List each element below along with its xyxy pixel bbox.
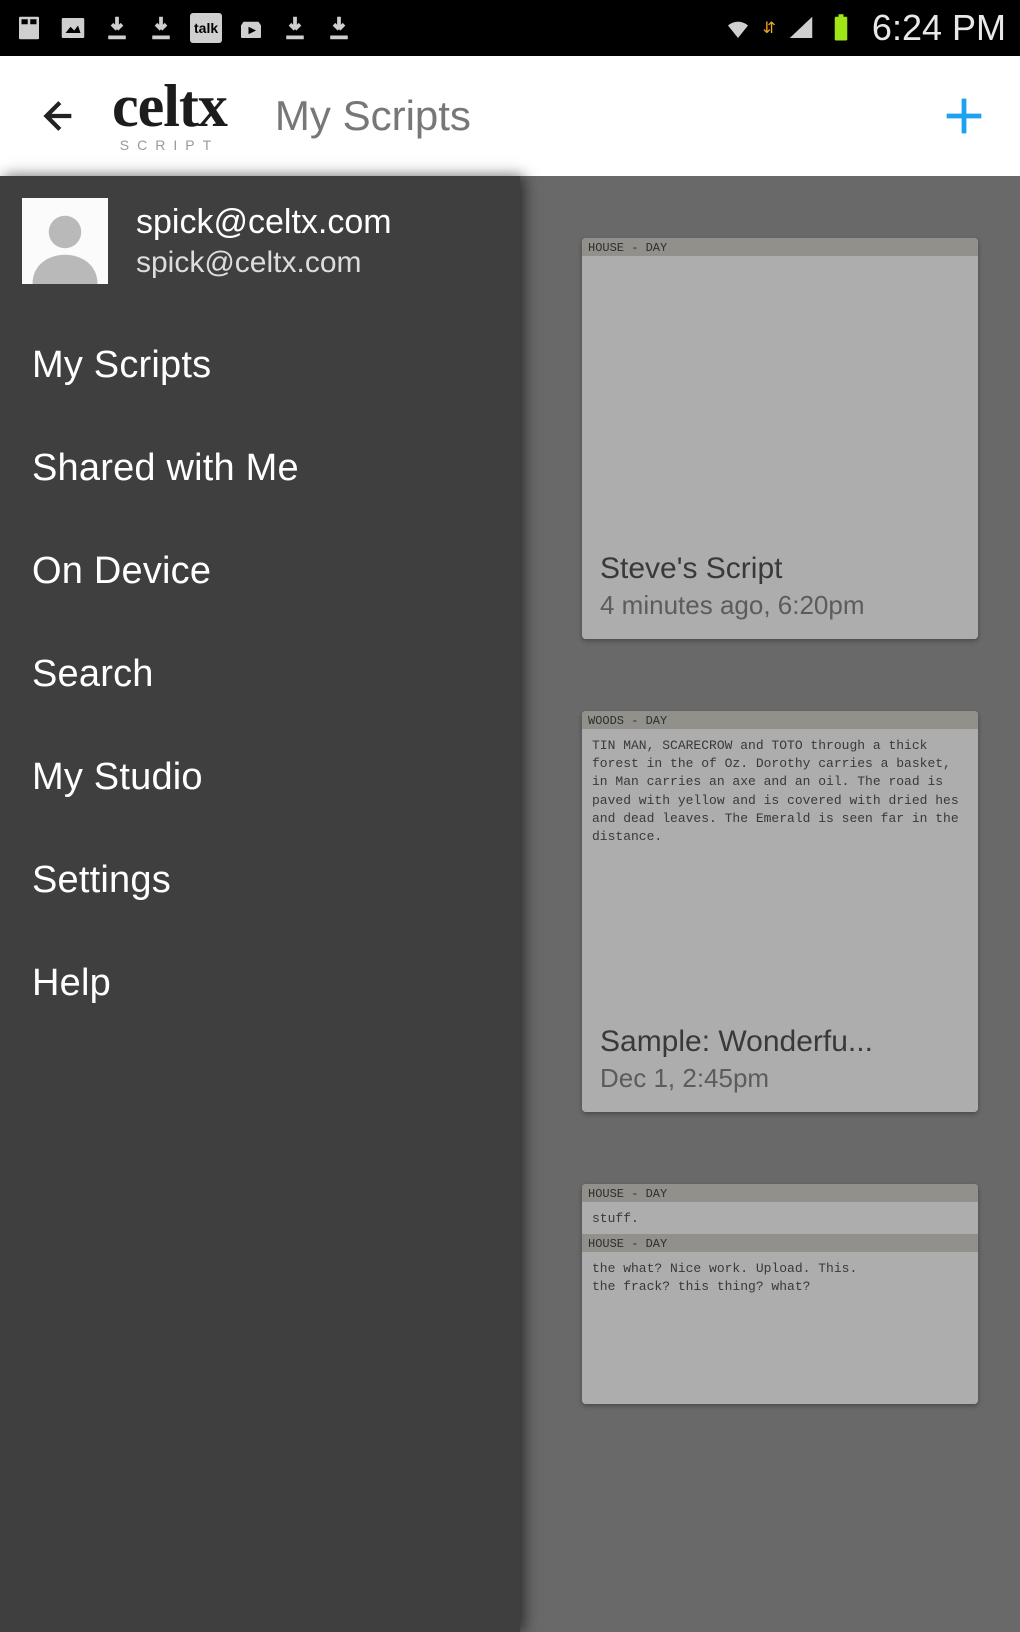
profile-email: spick@celtx.com — [136, 246, 392, 280]
status-right-group: ⇵ 6:24 PM — [723, 7, 1006, 49]
add-button[interactable] — [936, 88, 992, 144]
app-header: celtx SCRIPT My Scripts — [0, 56, 1020, 176]
brand-logo: celtx SCRIPT — [112, 79, 227, 153]
data-sync-icon: ⇵ — [763, 18, 776, 38]
signal-icon — [786, 13, 816, 43]
download-icon — [146, 13, 176, 43]
play-store-icon — [236, 13, 266, 43]
download-icon — [102, 13, 132, 43]
profile-text: spick@celtx.com spick@celtx.com — [136, 203, 392, 280]
brand-name: celtx — [112, 79, 227, 133]
nav-list: My Scripts Shared with Me On Device Sear… — [0, 314, 520, 1035]
talk-icon: talk — [190, 13, 222, 43]
status-left-group: talk — [14, 13, 354, 43]
profile-name: spick@celtx.com — [136, 203, 392, 242]
nav-item-search[interactable]: Search — [0, 623, 520, 726]
back-button[interactable] — [28, 88, 84, 144]
nav-item-shared[interactable]: Shared with Me — [0, 417, 520, 520]
profile-row[interactable]: spick@celtx.com spick@celtx.com — [0, 176, 520, 314]
nav-item-on-device[interactable]: On Device — [0, 520, 520, 623]
android-status-bar: talk ⇵ 6:24 PM — [0, 0, 1020, 56]
nav-item-my-scripts[interactable]: My Scripts — [0, 314, 520, 417]
avatar — [22, 198, 108, 284]
notification-icon — [14, 13, 44, 43]
image-icon — [58, 13, 88, 43]
nav-item-my-studio[interactable]: My Studio — [0, 726, 520, 829]
wifi-icon — [723, 13, 753, 43]
status-clock: 6:24 PM — [872, 7, 1006, 49]
download-icon — [280, 13, 310, 43]
battery-icon — [826, 13, 856, 43]
brand-sub: SCRIPT — [120, 137, 219, 153]
nav-drawer: spick@celtx.com spick@celtx.com My Scrip… — [0, 176, 520, 1632]
download-icon — [324, 13, 354, 43]
nav-item-settings[interactable]: Settings — [0, 829, 520, 932]
nav-item-help[interactable]: Help — [0, 932, 520, 1035]
page-title: My Scripts — [275, 92, 908, 140]
